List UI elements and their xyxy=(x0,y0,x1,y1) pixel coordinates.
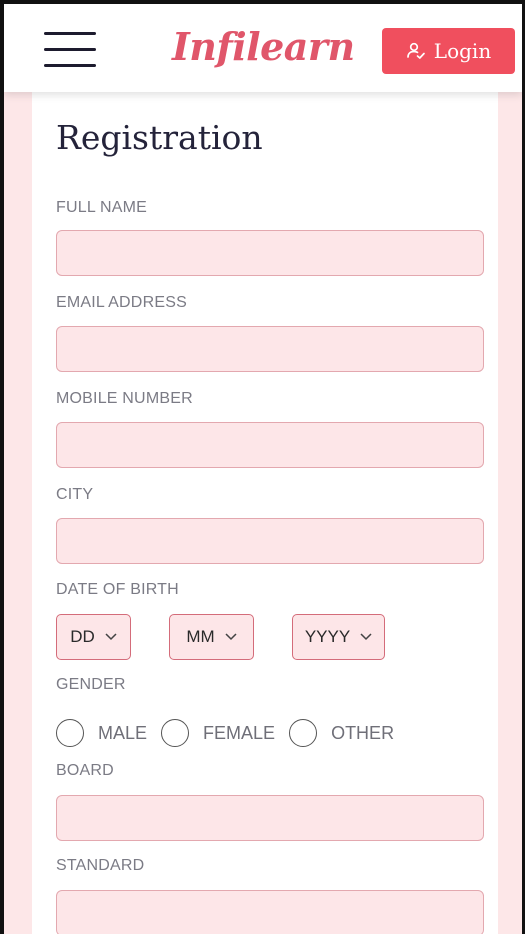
hamburger-menu-icon[interactable] xyxy=(44,32,96,68)
dob-month-select[interactable]: MM xyxy=(169,614,254,660)
brand-logo[interactable]: Infilearn xyxy=(172,24,355,69)
gender-radio-group: MALE FEMALE OTHER xyxy=(56,716,408,750)
user-check-icon xyxy=(406,42,425,59)
full-name-label: FULL NAME xyxy=(56,199,148,216)
chevron-down-icon xyxy=(225,633,237,641)
board-label: BOARD xyxy=(56,762,114,779)
dob-day-value: DD xyxy=(70,627,95,646)
email-label: EMAIL ADDRESS xyxy=(56,294,187,311)
city-input[interactable] xyxy=(56,518,484,564)
app-frame: Infilearn Login Registration FULL NAME E… xyxy=(0,0,525,934)
dob-month-value: MM xyxy=(186,627,215,646)
dob-year-select[interactable]: YYYY xyxy=(292,614,385,660)
city-label: CITY xyxy=(56,486,94,503)
dob-day-select[interactable]: DD xyxy=(56,614,131,660)
page-title: Registration xyxy=(56,118,263,157)
email-input[interactable] xyxy=(56,326,484,372)
board-input[interactable] xyxy=(56,795,484,841)
standard-label: STANDARD xyxy=(56,857,145,874)
chevron-down-icon xyxy=(360,633,372,641)
chevron-down-icon xyxy=(105,633,117,641)
mobile-label: MOBILE NUMBER xyxy=(56,390,193,407)
gender-other-label: OTHER xyxy=(331,722,395,743)
gender-female-label: FEMALE xyxy=(203,722,276,743)
gender-female-radio[interactable] xyxy=(161,719,190,747)
mobile-input[interactable] xyxy=(56,422,484,468)
login-button[interactable]: Login xyxy=(382,28,515,74)
top-nav: Infilearn Login xyxy=(4,4,522,92)
gender-other-radio[interactable] xyxy=(289,719,318,747)
login-label: Login xyxy=(433,39,492,63)
dob-year-value: YYYY xyxy=(304,627,351,646)
registration-card: Registration FULL NAME EMAIL ADDRESS MOB… xyxy=(32,90,498,934)
gender-male-label: MALE xyxy=(98,722,148,743)
standard-input[interactable] xyxy=(56,890,484,934)
full-name-input[interactable] xyxy=(56,230,484,276)
gender-male-radio[interactable] xyxy=(56,719,84,747)
dob-label: DATE OF BIRTH xyxy=(56,581,179,598)
gender-label: GENDER xyxy=(56,676,126,693)
